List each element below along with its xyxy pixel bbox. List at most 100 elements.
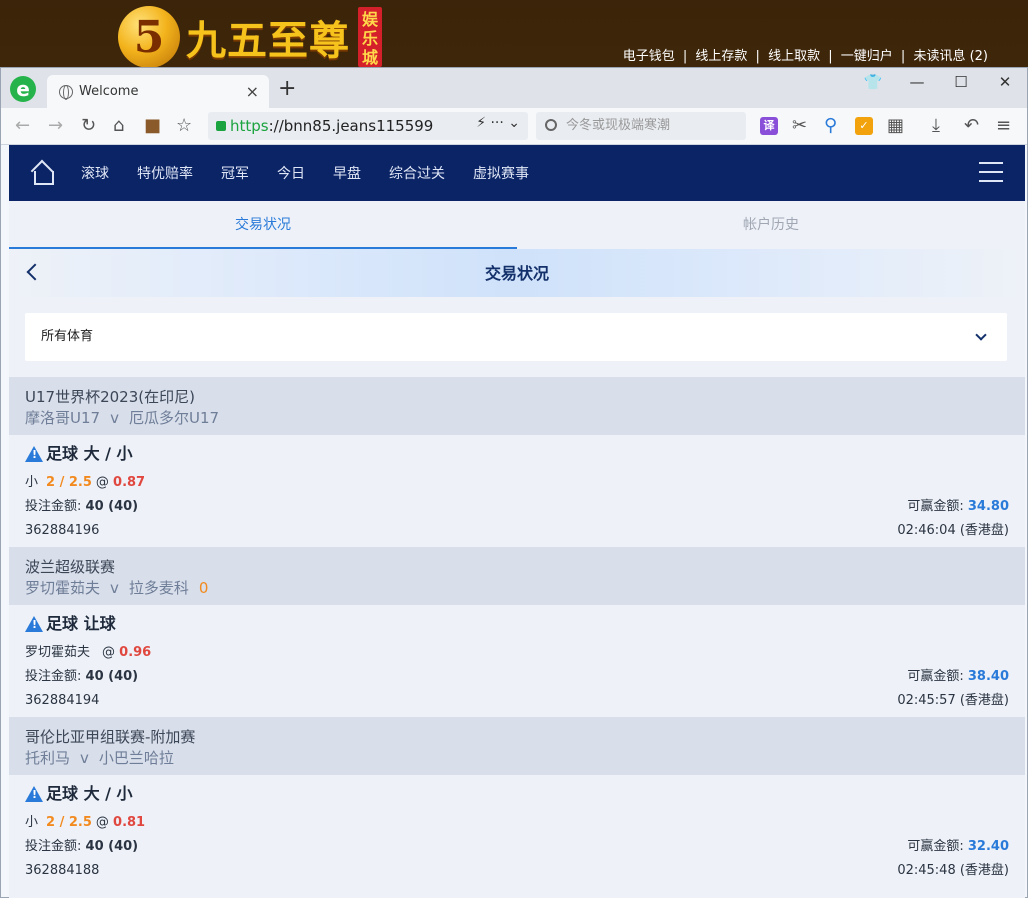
stake-value: 40 (40)	[85, 669, 139, 684]
at-sign: @	[102, 645, 116, 660]
translate-icon[interactable]: 译	[760, 117, 778, 135]
home-team: 罗切霍茹夫	[25, 579, 101, 597]
top-navigation: 滚球 特优赔率 冠军 今日 早盘 综合过关 虚拟赛事	[9, 145, 1025, 201]
close-window-button[interactable]: ✕	[983, 68, 1027, 98]
handicap-line: 2 / 2.5	[46, 815, 92, 830]
link-e-wallet[interactable]: 电子钱包	[623, 49, 675, 64]
match-teams: 摩洛哥U17 v 厄瓜多尔U17	[25, 407, 1009, 429]
stake-label: 投注金额:	[25, 499, 82, 514]
shield-icon[interactable]: ✓	[855, 117, 873, 135]
at-sign: @	[95, 475, 109, 490]
league-header: U17世界杯2023(在印尼) 摩洛哥U17 v 厄瓜多尔U17	[9, 377, 1025, 435]
tab-transaction-status[interactable]: 交易状况	[9, 201, 517, 249]
market-name: 足球 大 / 小	[46, 784, 133, 803]
league-name: U17世界杯2023(在印尼)	[25, 388, 195, 406]
nav-item-today[interactable]: 今日	[277, 163, 305, 183]
ticket-id: 362884196	[25, 523, 100, 538]
bet-detail: 足球 大 / 小 小 2 / 2.5@ 0.81 投注金额: 40 (40) 可赢…	[9, 775, 1025, 887]
back-arrow-icon[interactable]: ←	[15, 114, 30, 138]
link-withdraw[interactable]: 线上取款	[768, 49, 820, 64]
stake-label: 投注金额:	[25, 839, 82, 854]
hamburger-menu-icon[interactable]	[979, 162, 1003, 182]
bet-entry: 哥伦比亚甲组联赛-附加赛 托利马 v 小巴兰哈拉 足球 大 / 小 小 2 / 2.5…	[9, 717, 1025, 887]
home-icon[interactable]: ⌂	[113, 114, 124, 138]
scissors-icon[interactable]: ✂	[792, 114, 807, 138]
winnable-value: 34.80	[967, 499, 1009, 514]
minimize-button[interactable]: —	[895, 68, 939, 98]
apps-grid-icon[interactable]: ▦	[887, 114, 904, 138]
sport-filter-select[interactable]: 所有体育	[25, 313, 1007, 361]
undo-icon[interactable]: ↶	[964, 114, 979, 138]
amount-row: 投注金额: 40 (40) 可赢金额: 38.40	[25, 668, 1009, 686]
amount-row: 投注金额: 40 (40) 可赢金额: 32.40	[25, 838, 1009, 856]
selection-name: 小	[25, 475, 39, 490]
browser-toolbar: ← → ↻ ⌂ ■ ☆ https://bnn85.jeans115599 ⚡ …	[1, 108, 1027, 145]
match-teams: 罗切霍茹夫 v 拉多麦科 0	[25, 577, 1009, 599]
versus-label: v	[110, 409, 119, 427]
ticket-row: 362884194 02:45:57 (香港盘)	[25, 692, 1009, 710]
bet-selection: 罗切霍茹夫 @ 0.96	[25, 644, 1009, 662]
globe-icon	[59, 84, 73, 100]
bet-time: 02:46:04 (香港盘)	[897, 523, 1009, 538]
menu-icon[interactable]: ≡	[996, 114, 1011, 138]
link-separator: |	[828, 49, 833, 64]
nav-item-outright[interactable]: 冠军	[221, 163, 249, 183]
league-header: 波兰超级联赛 罗切霍茹夫 v 拉多麦科 0	[9, 547, 1025, 605]
versus-label: v	[80, 749, 89, 767]
ticket-id: 362884194	[25, 693, 100, 708]
site-links: 电子钱包 | 线上存款 | 线上取款 | 一键归户 | 未读讯息 (2)	[621, 45, 990, 64]
address-actions[interactable]: ⚡ ··· ⌄	[470, 115, 520, 131]
winnable-label: 可赢金额:	[907, 839, 964, 854]
winnable-value: 32.40	[967, 839, 1009, 854]
nav-item-early[interactable]: 早盘	[333, 163, 361, 183]
away-team: 厄瓜多尔U17	[128, 409, 220, 427]
ticket-row: 362884196 02:46:04 (香港盘)	[25, 522, 1009, 540]
skin-icon[interactable]: 👕	[851, 68, 895, 98]
odds-value: 0.87	[113, 475, 146, 490]
home-nav-icon[interactable]	[31, 163, 54, 185]
browser-tab[interactable]: Welcome ×	[47, 75, 269, 108]
address-bar[interactable]: https://bnn85.jeans115599 ⚡ ··· ⌄	[208, 112, 528, 140]
ticket-row: 362884188 02:45:48 (香港盘)	[25, 862, 1009, 880]
search-input[interactable]: 今冬或现极端寒潮	[536, 112, 746, 140]
link-separator: |	[755, 49, 760, 64]
away-team: 拉多麦科	[128, 579, 189, 597]
forward-arrow-icon[interactable]: →	[48, 114, 63, 138]
bet-detail: 足球 大 / 小 小 2 / 2.5@ 0.87 投注金额: 40 (40) 可赢…	[9, 435, 1025, 547]
browser-logo-icon[interactable]: e	[10, 76, 36, 102]
bet-selection: 小 2 / 2.5 @ 0.81	[25, 814, 1009, 832]
briefcase-icon[interactable]: ■	[144, 114, 161, 138]
search-placeholder: 今冬或现极端寒潮	[566, 118, 671, 133]
page-content: 滚球 特优赔率 冠军 今日 早盘 综合过关 虚拟赛事 交易状况 帐户历史 交易状…	[9, 145, 1025, 898]
league-name: 波兰超级联赛	[25, 558, 116, 576]
link-one-click-transfer[interactable]: 一键归户	[841, 49, 893, 64]
link-deposit[interactable]: 线上存款	[695, 49, 747, 64]
warning-icon	[25, 446, 43, 462]
nav-item-virtual[interactable]: 虚拟赛事	[473, 163, 529, 183]
tab-close-icon[interactable]: ×	[246, 82, 259, 101]
link-unread-messages[interactable]: 未读讯息 (2)	[913, 49, 988, 64]
tab-bar: e Welcome × + 👕 — ☐ ✕	[1, 68, 1027, 108]
site-logo: 5 九五至尊 娱乐城	[118, 6, 382, 68]
amount-row: 投注金额: 40 (40) 可赢金额: 34.80	[25, 498, 1009, 516]
warning-icon	[25, 616, 43, 632]
market-name: 足球 让球	[46, 614, 116, 633]
match-teams: 托利马 v 小巴兰哈拉	[25, 747, 1009, 769]
bet-selection: 小 2 / 2.5 @ 0.87	[25, 474, 1009, 492]
odds-value: 0.96	[119, 645, 152, 660]
bet-list: U17世界杯2023(在印尼) 摩洛哥U17 v 厄瓜多尔U17 足球 大 / 小 …	[9, 377, 1025, 887]
new-tab-button[interactable]: +	[278, 76, 296, 101]
favorites-icon[interactable]: ☆	[176, 114, 192, 138]
tab-account-history[interactable]: 帐户历史	[517, 201, 1025, 249]
maximize-button[interactable]: ☐	[939, 68, 983, 98]
bet-market: 足球 让球	[25, 613, 1009, 635]
window-controls: 👕 — ☐ ✕	[851, 68, 1027, 98]
download-icon[interactable]: ⤓	[932, 114, 940, 138]
bet-time: 02:45:48 (香港盘)	[897, 863, 1009, 878]
nav-item-live[interactable]: 滚球	[81, 163, 109, 183]
magnifier-extension-icon[interactable]: ⚲	[824, 114, 837, 138]
stake-label: 投注金额:	[25, 669, 82, 684]
refresh-icon[interactable]: ↻	[81, 114, 96, 138]
nav-item-parlay[interactable]: 综合过关	[389, 163, 445, 183]
nav-item-special-odds[interactable]: 特优赔率	[137, 163, 193, 183]
